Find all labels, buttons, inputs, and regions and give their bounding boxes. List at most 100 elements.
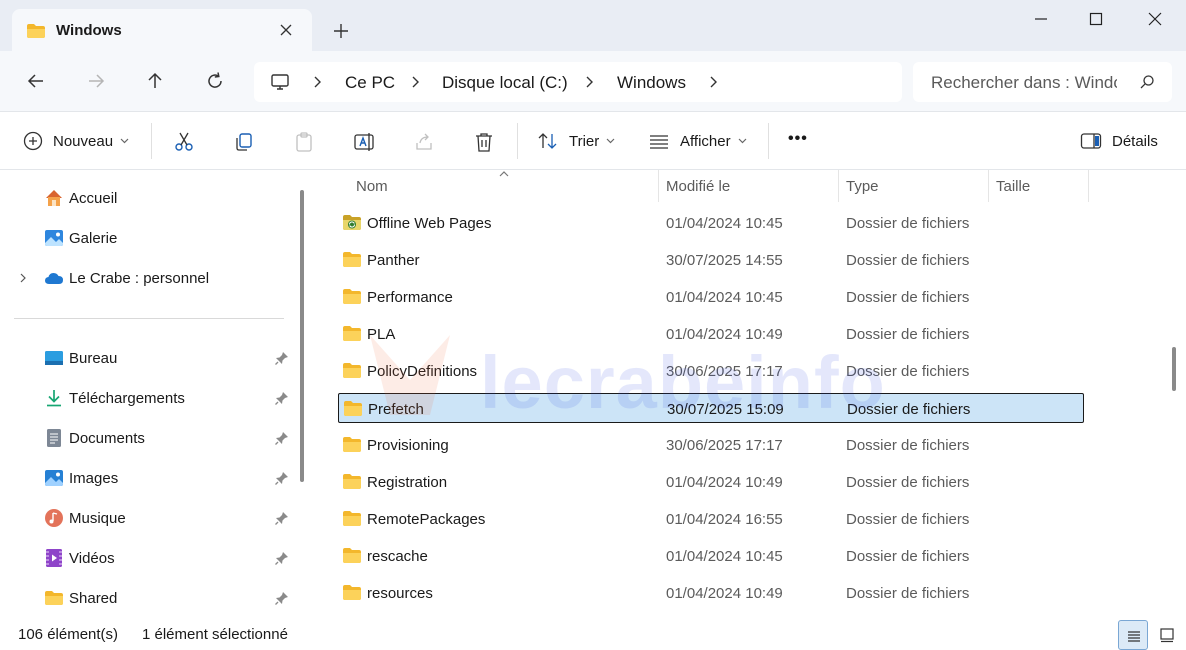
tab-title: Windows — [56, 22, 122, 39]
minimize-icon[interactable] — [1030, 8, 1052, 30]
folder-icon — [343, 289, 361, 304]
file-name: RemotePackages — [367, 511, 486, 528]
sidebar-item-shared[interactable]: Shared — [0, 580, 296, 616]
file-list: Nom Modifié le Type Taille Offline Web P… — [314, 170, 1166, 620]
table-row[interactable]: Offline Web Pages 01/04/2024 10:45 Dossier… — [338, 208, 1084, 238]
folder-icon — [45, 591, 63, 605]
back-arrow-icon[interactable] — [24, 69, 48, 93]
refresh-icon[interactable] — [203, 69, 227, 93]
pin-icon[interactable] — [274, 390, 290, 406]
pin-icon[interactable] — [274, 350, 290, 366]
details-view-button[interactable] — [1118, 620, 1148, 650]
column-header-type[interactable]: Type — [846, 178, 879, 195]
table-row[interactable]: resources 01/04/2024 10:49 Dossier de fich… — [338, 578, 1084, 608]
sidebar-item-images[interactable]: Images — [0, 460, 296, 496]
sidebar-item-home[interactable]: Accueil — [0, 180, 296, 216]
file-name: Provisioning — [367, 437, 449, 454]
tab-windows[interactable]: Windows — [12, 9, 312, 51]
pin-icon[interactable] — [274, 430, 290, 446]
chevron-right-icon[interactable] — [18, 272, 28, 284]
details-pane-label: Détails — [1112, 132, 1158, 150]
column-header-modified[interactable]: Modifié le — [666, 178, 730, 195]
search-input[interactable] — [931, 72, 1117, 94]
sidebar-item-desktop[interactable]: Bureau — [0, 340, 296, 376]
folder-icon — [343, 474, 361, 489]
paste-icon[interactable] — [293, 131, 315, 153]
column-header-name[interactable]: Nom — [356, 178, 388, 195]
sidebar-item-downloads[interactable]: Téléchargements — [0, 380, 296, 416]
sidebar-scrollbar[interactable] — [300, 190, 304, 482]
column-divider[interactable] — [838, 170, 839, 202]
file-list-scrollbar[interactable] — [1172, 347, 1176, 391]
table-row[interactable]: Provisioning 30/06/2025 17:17 Dossier de f… — [338, 430, 1084, 460]
sidebar-item-onedrive[interactable]: Le Crabe : personnel — [0, 260, 296, 296]
table-row[interactable]: PLA 01/04/2024 10:49 Dossier de fichiers — [338, 319, 1084, 349]
breadcrumb-local-disk[interactable]: Disque local (C:) — [442, 73, 568, 93]
breadcrumb-windows[interactable]: Windows — [617, 73, 686, 93]
rename-icon[interactable] — [353, 131, 375, 153]
table-row[interactable]: Performance 01/04/2024 10:45 Dossier de fi… — [338, 282, 1084, 312]
file-modified-date: 30/07/2025 15:09 — [667, 401, 784, 418]
address-bar[interactable]: Ce PC Disque local (C:) Windows — [254, 62, 902, 102]
more-options-button[interactable]: ••• — [788, 130, 808, 148]
sidebar-item-documents[interactable]: Documents — [0, 420, 296, 456]
close-tab-icon[interactable] — [276, 20, 296, 40]
new-tab-icon[interactable] — [330, 20, 352, 42]
forward-arrow-icon[interactable] — [84, 69, 108, 93]
file-name: Performance — [367, 289, 453, 306]
new-button[interactable]: Nouveau — [23, 129, 129, 153]
copy-icon[interactable] — [233, 131, 255, 153]
sidebar-item-label: Images — [69, 470, 119, 487]
close-window-icon[interactable] — [1144, 8, 1166, 30]
delete-icon[interactable] — [473, 131, 495, 153]
navigation-bar: Ce PC Disque local (C:) Windows — [0, 51, 1186, 112]
documents-icon — [47, 429, 61, 447]
pin-icon[interactable] — [274, 590, 290, 606]
sidebar-item-music[interactable]: Musique — [0, 500, 296, 536]
sidebar-item-label: Téléchargements — [69, 390, 185, 407]
sort-button-label: Trier — [569, 132, 600, 150]
sort-button[interactable]: Trier — [537, 129, 615, 153]
list-view-icon — [1128, 631, 1140, 642]
status-bar: 106 élément(s) 1 élément sélectionné — [0, 620, 1186, 650]
column-divider[interactable] — [658, 170, 659, 202]
pin-icon[interactable] — [274, 510, 290, 526]
file-name: PolicyDefinitions — [367, 363, 478, 380]
sidebar-item-label: Bureau — [69, 350, 118, 367]
folder-icon — [344, 401, 362, 416]
details-pane-button[interactable]: Détails — [1080, 129, 1158, 153]
tiles-view-button[interactable] — [1152, 620, 1182, 650]
breadcrumb-this-pc[interactable]: Ce PC — [345, 73, 395, 93]
pin-icon[interactable] — [274, 470, 290, 486]
pin-icon[interactable] — [274, 550, 290, 566]
column-divider[interactable] — [1088, 170, 1089, 202]
navigation-pane: Accueil Galerie Le Crabe : personnel Bur… — [0, 170, 298, 620]
sidebar-item-gallery[interactable]: Galerie — [0, 220, 296, 256]
view-button[interactable]: Afficher — [648, 129, 747, 153]
table-row[interactable]: Registration 01/04/2024 10:49 Dossier de f… — [338, 467, 1084, 497]
chevron-right-icon[interactable] — [706, 74, 720, 90]
toolbar-divider — [768, 123, 769, 159]
file-modified-date: 01/04/2024 10:45 — [666, 215, 783, 232]
table-row[interactable]: RemotePackages 01/04/2024 16:55 Dossier de… — [338, 504, 1084, 534]
file-type: Dossier de fichiers — [847, 401, 971, 418]
file-type: Dossier de fichiers — [846, 474, 970, 491]
file-name: Panther — [367, 252, 420, 269]
sidebar-item-videos[interactable]: Vidéos — [0, 540, 296, 576]
file-type: Dossier de fichiers — [846, 326, 970, 343]
videos-icon — [46, 549, 62, 567]
table-row[interactable]: rescache 01/04/2024 10:45 Dossier de fichi… — [338, 541, 1084, 571]
chevron-down-icon — [738, 138, 747, 144]
table-row[interactable]: Panther 30/07/2025 14:55 Dossier de fichie… — [338, 245, 1084, 275]
column-divider[interactable] — [988, 170, 989, 202]
item-count: 106 élément(s) — [18, 626, 119, 643]
share-icon[interactable] — [413, 131, 435, 153]
table-row[interactable]: Prefetch 30/07/2025 15:09 Dossier de fichi… — [338, 393, 1084, 423]
up-arrow-icon[interactable] — [143, 69, 167, 93]
cut-icon[interactable] — [173, 131, 195, 153]
column-header-size[interactable]: Taille — [996, 178, 1030, 195]
maximize-icon[interactable] — [1085, 8, 1107, 30]
file-type: Dossier de fichiers — [846, 511, 970, 528]
table-row[interactable]: PolicyDefinitions 30/06/2025 17:17 Dossier… — [338, 356, 1084, 386]
search-icon[interactable] — [1139, 74, 1155, 90]
